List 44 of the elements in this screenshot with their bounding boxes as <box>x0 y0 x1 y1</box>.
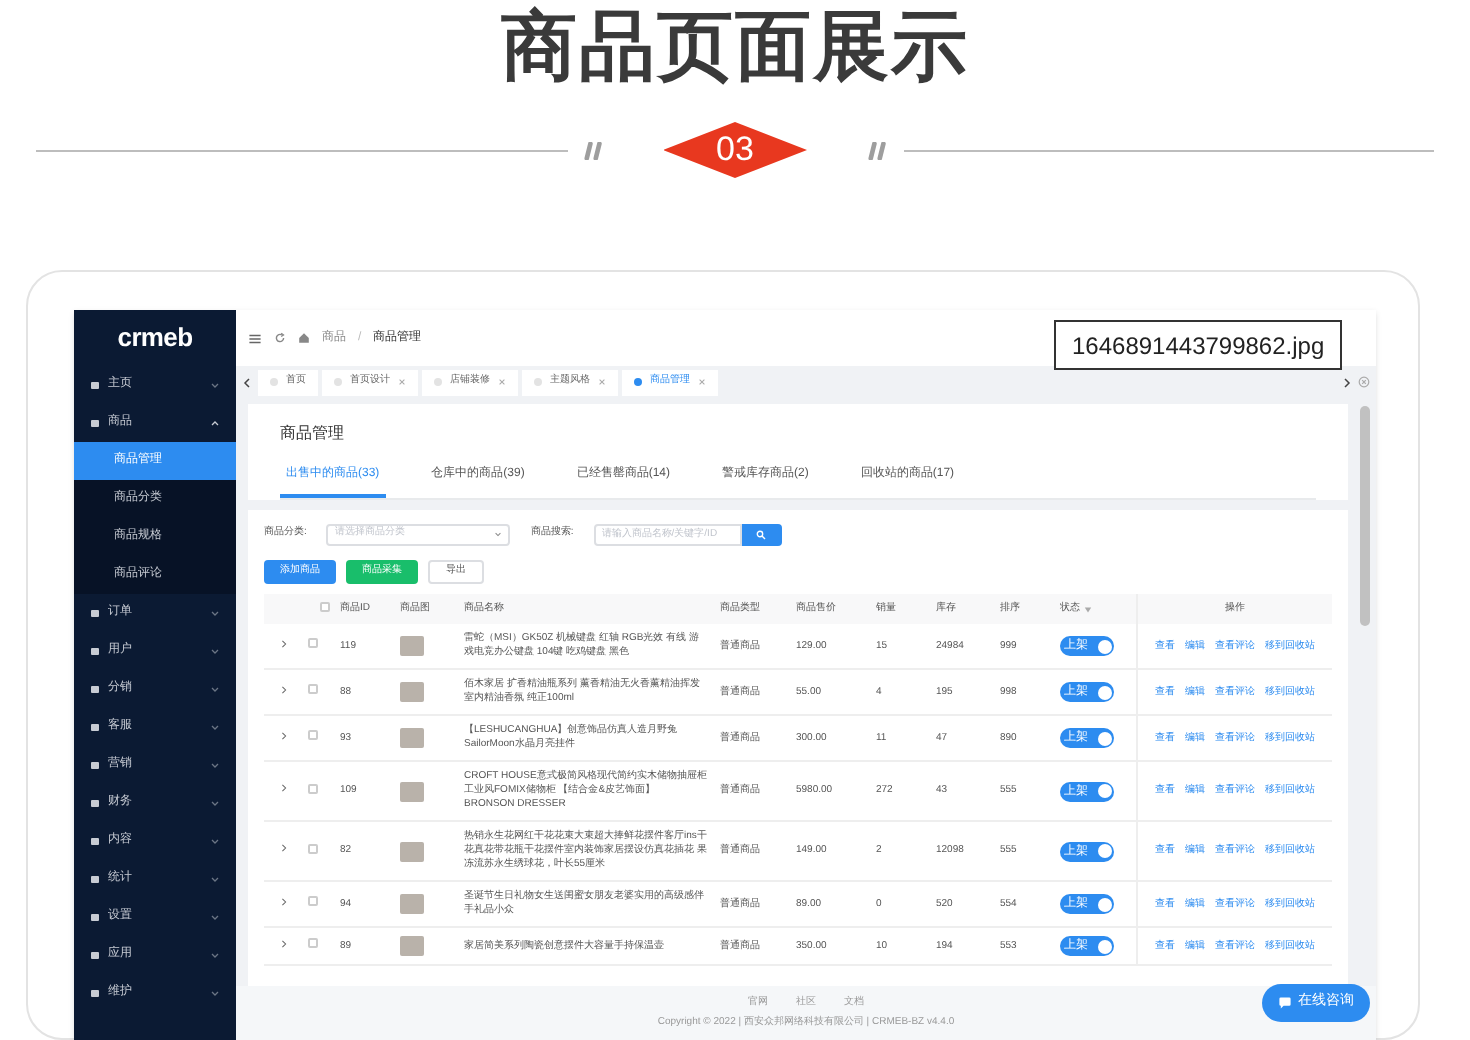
page-title: 商品管理 <box>280 422 346 446</box>
close-icon <box>498 378 506 386</box>
checkbox[interactable] <box>319 601 329 611</box>
photo-placeholder <box>400 728 424 748</box>
checkbox[interactable] <box>308 684 318 694</box>
photo-placeholder <box>400 781 424 801</box>
chevron-right-icon <box>280 897 288 905</box>
section-number-badge: 03 <box>663 122 807 178</box>
close-icon <box>598 378 606 386</box>
photo-placeholder <box>400 636 424 656</box>
chevron-right-icon <box>280 939 288 947</box>
close-icon <box>698 378 706 386</box>
close-circle-icon <box>1358 376 1370 388</box>
refresh-icon <box>274 332 286 344</box>
slash-marks-icon <box>579 141 607 159</box>
chevron-right-icon <box>280 685 288 693</box>
photo-placeholder <box>400 841 424 861</box>
home-icon <box>298 332 310 344</box>
slash-marks-icon <box>863 141 891 159</box>
file-name-label: 1646891443799862.jpg <box>1054 320 1343 370</box>
chevron-right-icon <box>1342 377 1352 387</box>
checkbox[interactable] <box>308 896 318 906</box>
checkbox[interactable] <box>308 783 318 793</box>
chevron-down-icon <box>494 530 503 538</box>
checkbox[interactable] <box>308 843 318 853</box>
page-heading: 商品页面展示 <box>501 4 969 92</box>
chat-bubble-icon <box>1278 996 1292 1010</box>
search-icon <box>756 529 767 539</box>
chevron-left-icon <box>242 377 252 387</box>
chevron-right-icon <box>280 731 288 739</box>
close-icon <box>398 378 406 386</box>
photo-placeholder <box>400 682 424 702</box>
search-button[interactable] <box>741 523 782 545</box>
chevron-right-icon <box>280 784 288 792</box>
scrollbar[interactable] <box>1360 406 1370 626</box>
filter-icon <box>1084 605 1092 613</box>
chevron-right-icon <box>280 639 288 647</box>
checkbox[interactable] <box>308 638 318 648</box>
chevron-right-icon <box>280 844 288 852</box>
checkbox[interactable] <box>308 938 318 948</box>
photo-placeholder <box>400 936 424 956</box>
checkbox[interactable] <box>308 730 318 740</box>
logo: crmeb <box>117 320 193 357</box>
photo-placeholder <box>400 894 424 914</box>
